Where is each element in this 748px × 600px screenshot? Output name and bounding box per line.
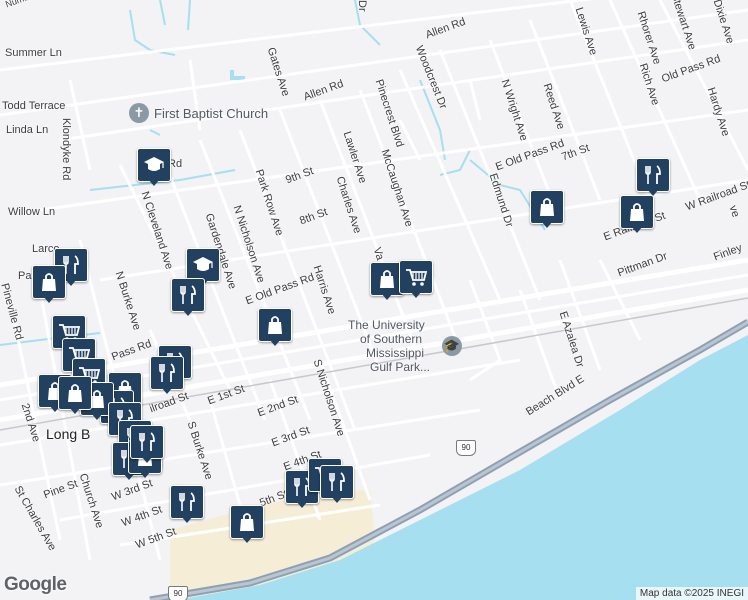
marker-pointer [43,296,55,303]
poi-label-university-3[interactable]: Mississippi [366,346,424,360]
street-label-pa: Pa [18,270,32,282]
poi-label-university-4[interactable]: Gulf Park... [370,360,430,374]
street-label-todd: Todd Terrace [2,100,66,112]
shopping-cart-marker[interactable] [399,260,433,298]
marker-pointer [182,309,194,316]
marker-pointer [241,536,253,543]
restaurant-icon [636,158,670,192]
marker-pointer [181,516,193,523]
restaurant-marker[interactable] [130,425,164,463]
street-label-linda: Linda Ln [6,124,49,136]
marker-pointer [91,413,103,420]
marker-pointer [296,501,308,508]
shopping-cart-icon [399,260,433,294]
google-logo: Google [4,574,67,595]
graduation-cap-icon [137,148,171,182]
shopping-bag-marker[interactable] [530,190,564,228]
map-canvas[interactable]: Summer Ln Todd Terrace Linda Ln Willow L… [0,0,748,600]
marker-pointer [139,471,151,478]
marker-pointer [631,226,643,233]
marker-pointer [410,291,422,298]
graduation-cap-marker[interactable] [137,148,171,186]
marker-pointer [161,387,173,394]
church-poi-icon[interactable]: ✝ [129,103,149,123]
city-label-longbeach: Long B [46,426,91,442]
shopping-bag-icon [32,265,66,299]
highway-90-shield-2: 90 [168,586,188,600]
map-attribution[interactable]: Map data ©2025 INEGI [635,587,748,600]
shopping-bag-marker[interactable] [258,308,292,346]
restaurant-marker[interactable] [636,158,670,196]
highway-90-shield: 90 [456,440,476,456]
marker-pointer [148,179,160,186]
restaurant-marker[interactable] [150,356,184,394]
shopping-bag-icon [58,376,92,410]
graduation-cap-icon [186,248,220,282]
shopping-bag-icon [230,505,264,539]
shopping-bag-icon [530,190,564,224]
restaurant-icon [320,465,354,499]
marker-pointer [65,279,77,286]
poi-label-first-baptist-church[interactable]: First Baptist Church [154,106,268,121]
restaurant-icon [130,425,164,459]
marker-pointer [381,293,393,300]
restaurant-marker[interactable] [320,465,354,503]
marker-pointer [331,496,343,503]
shopping-bag-icon [620,195,654,229]
street-label-klondyke: Klondyke Rd [60,118,72,181]
restaurant-icon [150,356,184,390]
marker-pointer [269,339,281,346]
marker-pointer [141,456,153,463]
restaurant-marker[interactable] [171,278,205,316]
shopping-bag-marker[interactable] [32,265,66,303]
shopping-bag-icon [258,308,292,342]
street-label-willow: Willow Ln [8,206,56,218]
university-poi-icon[interactable]: 🎓 [442,336,462,356]
restaurant-icon [171,278,205,312]
poi-label-university-2[interactable]: of Southern [360,332,422,346]
shopping-bag-marker[interactable] [230,505,264,543]
shopping-bag-marker[interactable] [620,195,654,233]
restaurant-icon [170,485,204,519]
marker-pointer [69,407,81,414]
map-base[interactable] [0,0,748,600]
restaurant-marker[interactable] [170,485,204,523]
poi-label-university-1[interactable]: The University [348,318,425,332]
street-label-summer: Summer Ln [5,47,62,59]
shopping-bag-marker[interactable] [58,376,92,414]
marker-pointer [541,221,553,228]
street-label-dr: Dr [356,0,368,12]
